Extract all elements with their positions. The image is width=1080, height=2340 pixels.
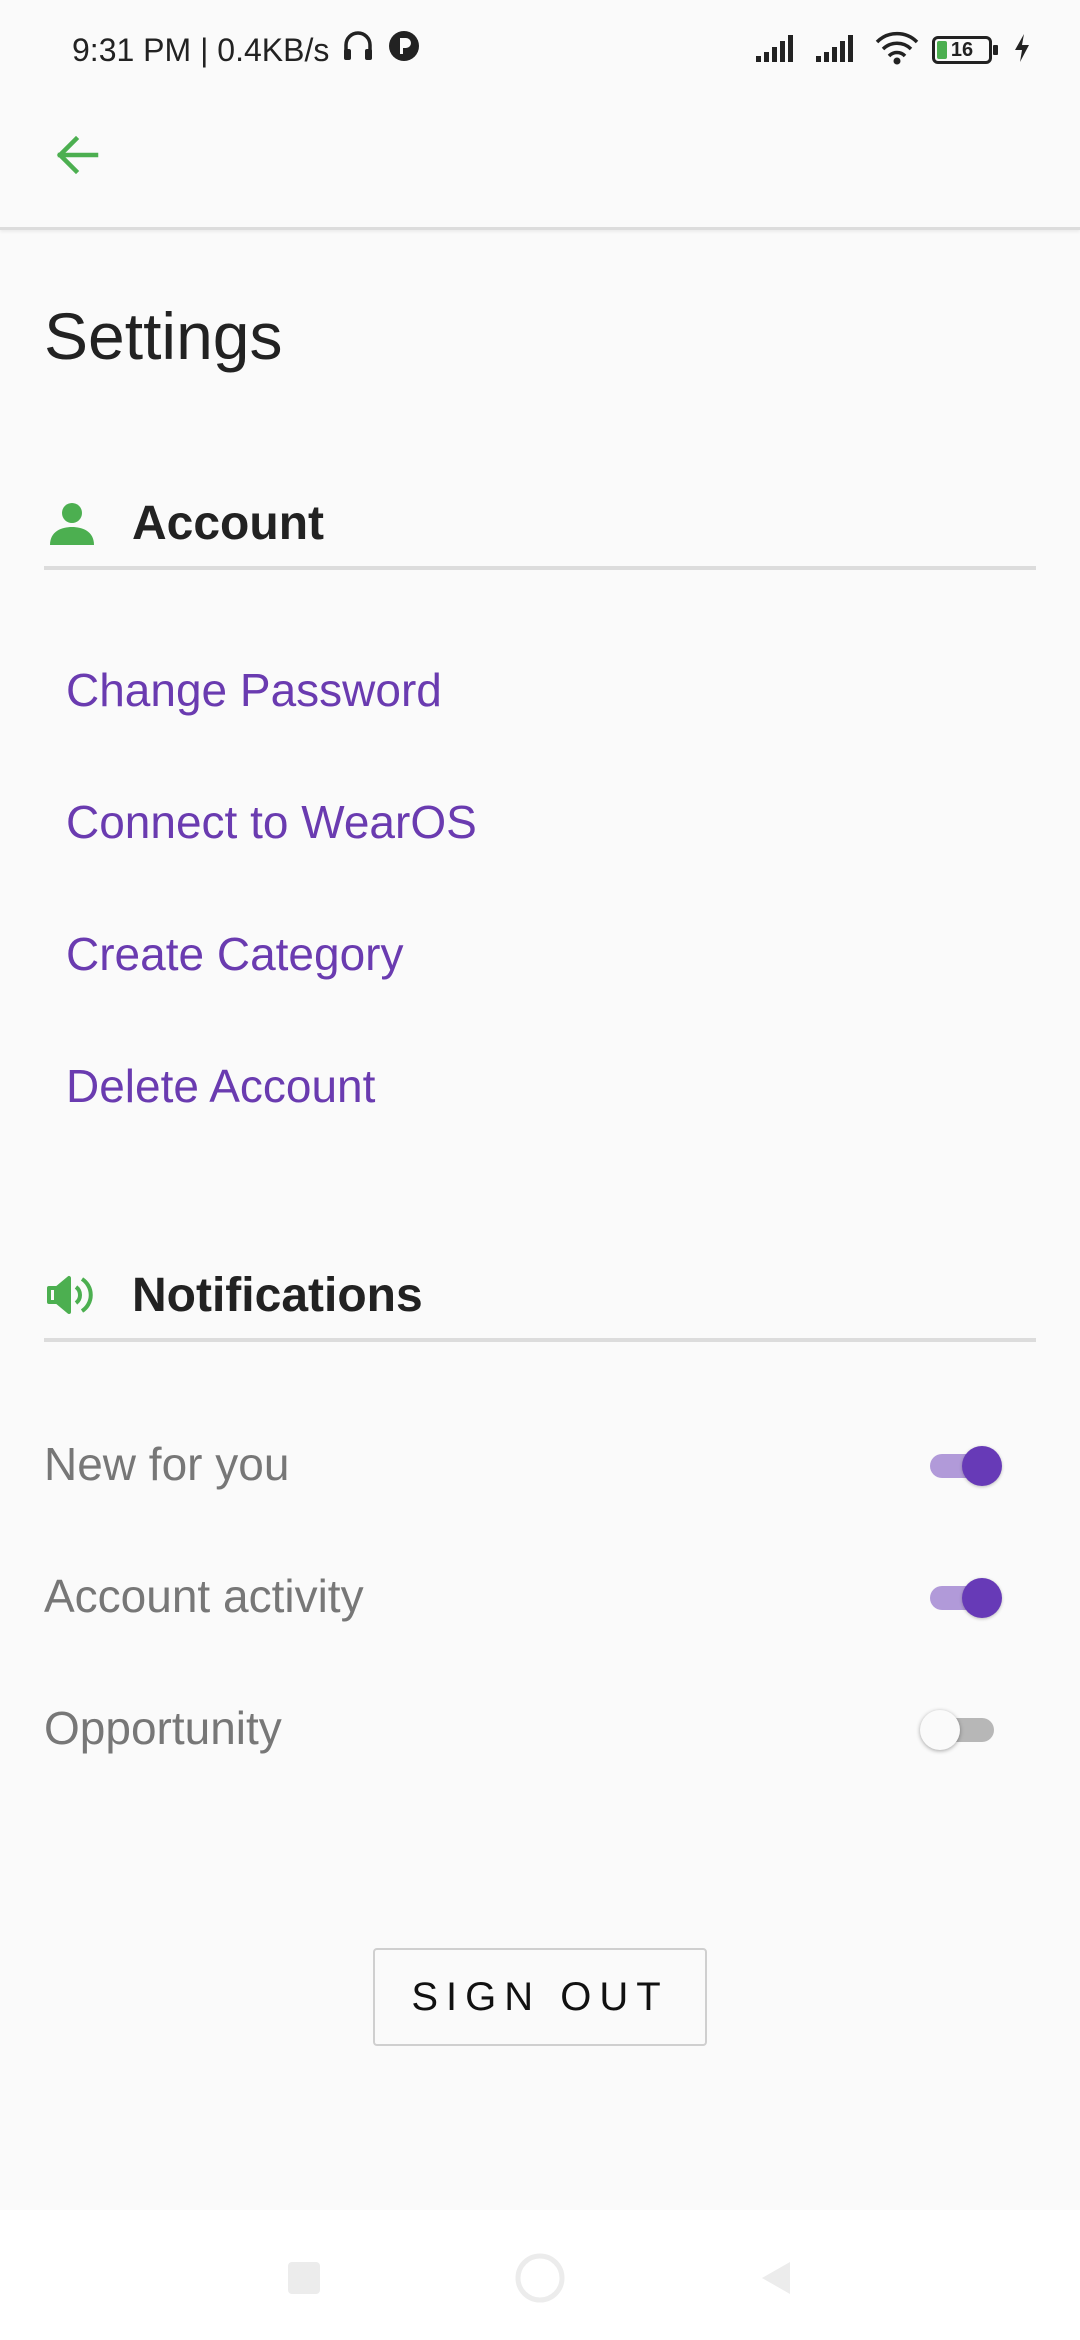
connect-wearos-link[interactable]: Connect to WearOS <box>66 792 477 852</box>
status-bar: 9:31 PM | 0.4KB/s 16 <box>0 0 1080 100</box>
delete-account-link[interactable]: Delete Account <box>66 1056 375 1116</box>
new-for-you-toggle[interactable] <box>926 1444 1004 1486</box>
back-nav-button[interactable] <box>746 2250 806 2310</box>
account-section-header: Account <box>44 480 1036 570</box>
create-category-link[interactable]: Create Category <box>66 924 404 984</box>
status-time-speed: 9:31 PM | 0.4KB/s <box>72 31 330 68</box>
signal-icon <box>754 32 802 69</box>
triangle-back-icon <box>756 2258 796 2303</box>
status-left: 9:31 PM | 0.4KB/s <box>72 29 421 71</box>
person-icon <box>44 495 100 551</box>
notification-row-new-for-you: New for you <box>44 1424 1004 1504</box>
notifications-section-title: Notifications <box>132 1268 423 1322</box>
signal-icon <box>814 32 862 69</box>
notification-label: Opportunity <box>44 1702 282 1754</box>
notification-label: New for you <box>44 1438 290 1490</box>
wifi-icon <box>874 31 920 70</box>
square-icon <box>284 2258 324 2303</box>
status-right: 16 <box>754 31 1032 70</box>
battery-icon: 16 <box>932 36 998 64</box>
notification-label: Account activity <box>44 1570 364 1622</box>
notification-row-account-activity: Account activity <box>44 1556 1004 1636</box>
sign-out-button[interactable]: SIGN OUT <box>373 1948 707 2046</box>
notifications-section-header: Notifications <box>44 1252 1036 1342</box>
battery-level: 16 <box>950 38 974 61</box>
back-button[interactable] <box>40 120 114 194</box>
account-activity-toggle[interactable] <box>926 1576 1004 1618</box>
headphones-icon <box>341 29 375 71</box>
home-button[interactable] <box>510 2250 570 2310</box>
circle-icon <box>512 2250 568 2311</box>
account-section-title: Account <box>132 496 324 550</box>
opportunity-toggle[interactable] <box>920 1708 1004 1750</box>
change-password-link[interactable]: Change Password <box>66 660 442 720</box>
charging-icon <box>1012 32 1032 69</box>
app-notification-icon <box>387 29 421 71</box>
notification-row-opportunity: Opportunity <box>44 1688 1004 1768</box>
recents-button[interactable] <box>274 2250 334 2310</box>
speaker-icon <box>44 1267 100 1323</box>
app-bar <box>0 100 1080 230</box>
arrow-left-icon <box>52 130 102 185</box>
page-title: Settings <box>44 299 283 373</box>
navigation-bar <box>0 2210 1080 2340</box>
